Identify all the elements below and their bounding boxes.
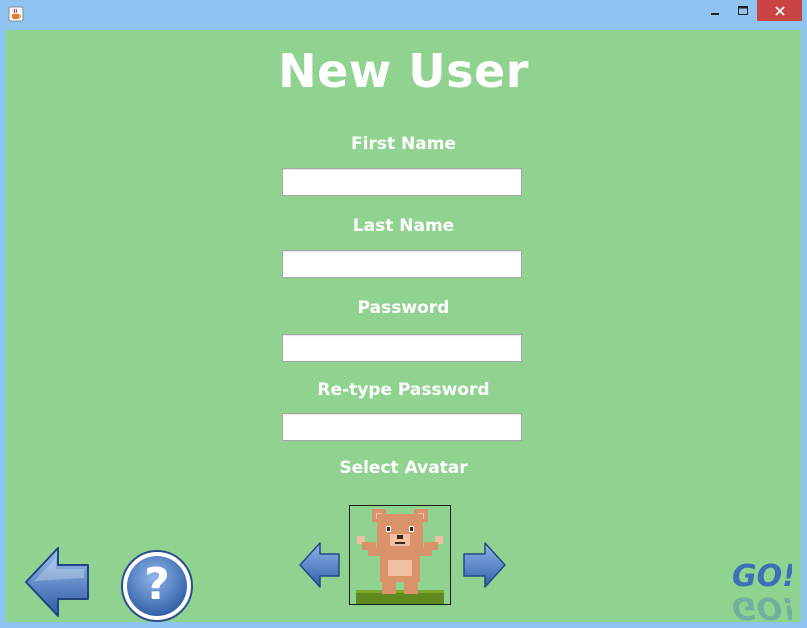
maximize-button[interactable] bbox=[730, 0, 756, 21]
last-name-label: Last Name bbox=[352, 216, 455, 236]
password-field[interactable] bbox=[282, 334, 522, 362]
maximize-icon bbox=[738, 5, 748, 15]
go-button[interactable]: GO! GO! bbox=[732, 560, 792, 622]
arrow-left-icon bbox=[25, 547, 89, 617]
first-name-field[interactable] bbox=[282, 168, 522, 196]
select-avatar-label: Select Avatar bbox=[339, 458, 468, 478]
new-user-panel: New User First Name Last Name Password R… bbox=[6, 30, 801, 622]
next-avatar-button[interactable] bbox=[461, 540, 507, 590]
previous-avatar-button[interactable] bbox=[298, 540, 342, 590]
close-icon bbox=[774, 5, 785, 16]
minimize-button[interactable] bbox=[700, 0, 730, 21]
java-cup-icon bbox=[8, 6, 24, 22]
go-reflection: GO! bbox=[732, 590, 792, 622]
retype-password-label: Re-type Password bbox=[317, 380, 490, 400]
bear-avatar-icon bbox=[356, 509, 444, 604]
help-glyph: ? bbox=[144, 559, 170, 610]
last-name-field[interactable] bbox=[282, 250, 522, 278]
page-title: New User bbox=[278, 44, 529, 98]
go-label: GO! bbox=[732, 560, 792, 594]
arrow-left-icon bbox=[299, 542, 340, 588]
first-name-label: First Name bbox=[351, 134, 456, 154]
retype-password-field[interactable] bbox=[282, 413, 522, 441]
window-title-bar bbox=[0, 0, 807, 30]
avatar-preview[interactable] bbox=[349, 505, 451, 605]
back-button[interactable] bbox=[22, 544, 92, 620]
help-button[interactable]: ? bbox=[119, 548, 195, 624]
password-label: Password bbox=[357, 298, 450, 318]
arrow-right-icon bbox=[463, 542, 506, 588]
minimize-icon bbox=[711, 12, 719, 15]
close-button[interactable] bbox=[757, 0, 802, 21]
